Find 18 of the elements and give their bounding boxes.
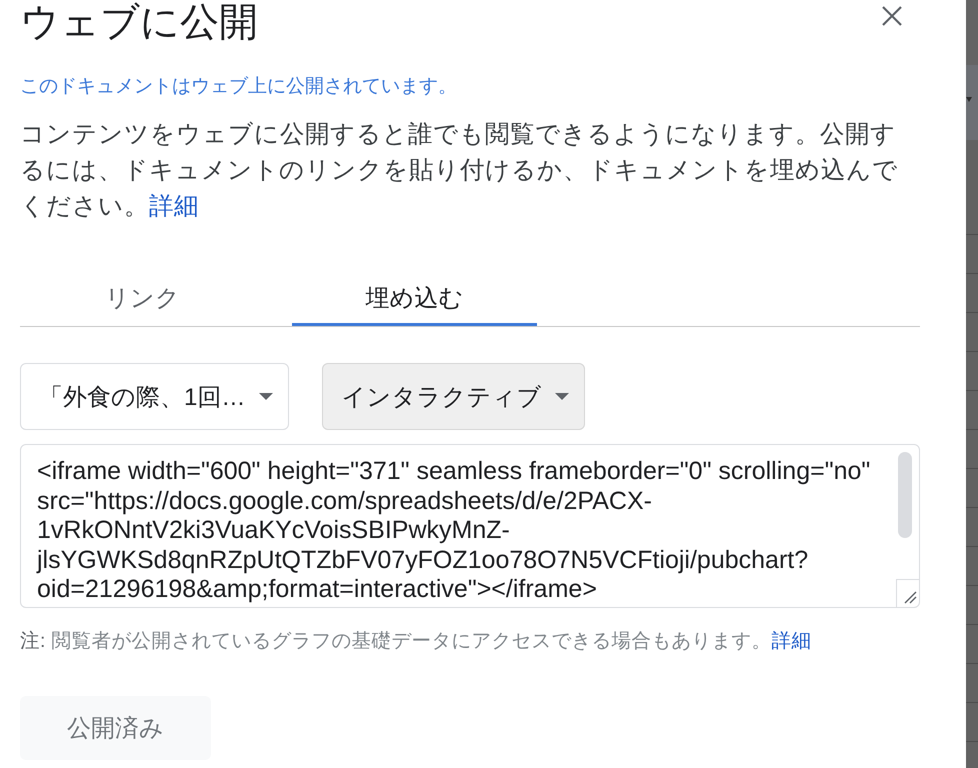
caret-icon bbox=[259, 393, 274, 400]
scrollbar-thumb[interactable] bbox=[898, 452, 912, 538]
dialog-title: ウェブに公開 bbox=[20, 0, 258, 46]
tab[interactable]: リンク bbox=[20, 272, 265, 326]
description-text: コンテンツをウェブに公開すると誰でも閲覧できるようになります。公開するには、ドキュメントのリンクを貼り付けるか、ドキュメントを埋め込んでください。詳細 bbox=[20, 120, 899, 222]
close-button[interactable] bbox=[881, 5, 903, 27]
publish-status-text: このドキュメントはウェブ上に公開されています。 bbox=[20, 75, 457, 99]
embed-code-field[interactable]: <iframe width="600" height="371" seamless frameborder="0" scrolling="no" src="https://docs.google.com/spreadsheets/d/e/2PACX-1vRkONntV2ki3VuaKYcVoisSBIPwkyMnZ-jlsYGWKSd8qnRZpUtQTZbFV07yFOZ1oo78O7N5VCFtioji/pubchart?oid=21296198&amp;format=interactive"></iframe> bbox=[20, 444, 920, 608]
dropdown[interactable]: 「外食の際、1回… bbox=[20, 363, 290, 430]
close-icon bbox=[881, 5, 903, 27]
details-link[interactable]: 詳細 bbox=[149, 193, 199, 220]
note-text: 注: 閲覧者が公開されているグラフの基礎データにアクセスできる場合もあります。詳細 bbox=[20, 629, 812, 653]
details-link[interactable]: 詳細 bbox=[771, 630, 812, 652]
dropdown[interactable]: インタラクティブ bbox=[322, 363, 586, 430]
tab[interactable]: 埋め込む bbox=[292, 272, 537, 326]
caret-icon bbox=[966, 97, 972, 102]
resize-handle-icon[interactable] bbox=[896, 579, 919, 607]
caret-icon bbox=[555, 393, 570, 400]
